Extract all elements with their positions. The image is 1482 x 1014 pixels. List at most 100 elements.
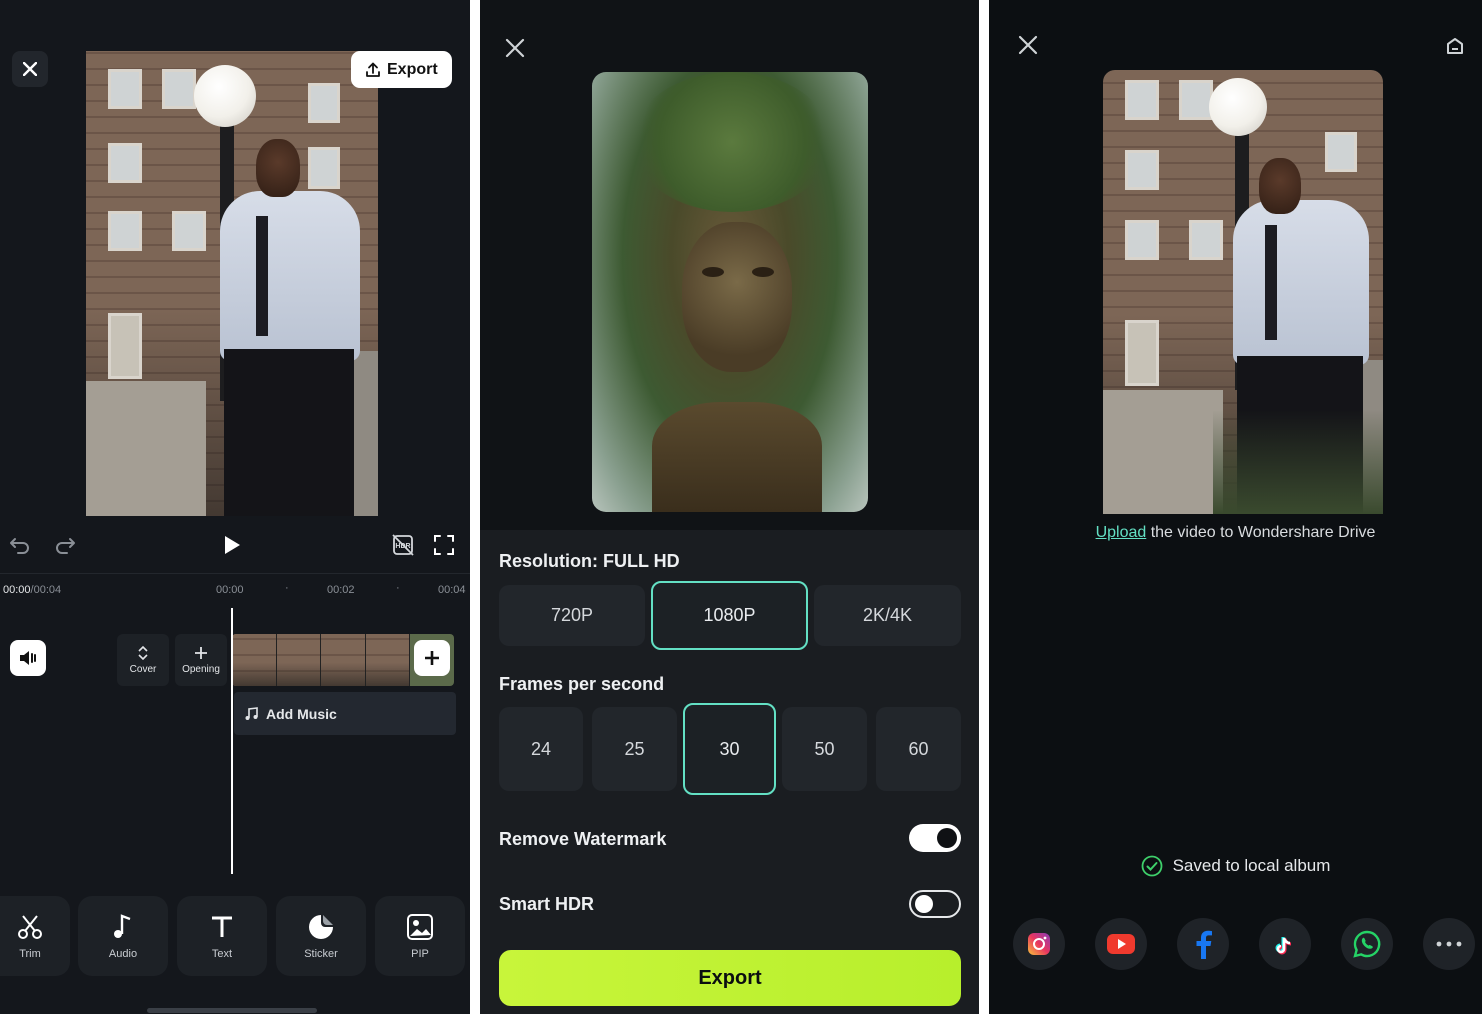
export-submit-button[interactable]: Export xyxy=(499,950,961,1006)
plus-icon xyxy=(425,651,439,665)
tool-label: Text xyxy=(211,948,233,960)
remove-watermark-label: Remove Watermark xyxy=(499,829,667,849)
cover-button[interactable]: Cover xyxy=(117,634,169,686)
share-whatsapp-button[interactable] xyxy=(1341,918,1393,970)
sticker-tool[interactable]: Sticker xyxy=(276,896,366,976)
share-panel: Upload the video to Wondershare Drive Sa… xyxy=(989,0,1482,1014)
resolution-title: Resolution: FULL HD xyxy=(499,551,680,571)
export-label: Export xyxy=(387,60,438,78)
fullscreen-icon xyxy=(434,535,454,555)
export-label: Export xyxy=(698,966,762,989)
share-more-button[interactable] xyxy=(1423,918,1475,970)
upload-link[interactable]: Upload xyxy=(1096,524,1147,541)
text-icon xyxy=(212,916,232,937)
saved-text: Saved to local album xyxy=(1172,856,1331,875)
fullscreen-button[interactable] xyxy=(431,532,457,558)
export-settings-panel: Resolution: FULL HD 720P 1080P 2K/4K Fra… xyxy=(480,0,979,1014)
ruler-label: 00:04 xyxy=(438,584,466,596)
tool-label: PIP xyxy=(411,948,429,960)
whatsapp-icon xyxy=(1353,930,1381,958)
fps-title: Frames per second xyxy=(499,674,665,694)
tool-label: Sticker xyxy=(304,948,338,960)
share-youtube-button[interactable] xyxy=(1095,918,1147,970)
fps-option-selected[interactable]: 30 xyxy=(683,703,776,795)
fps-option[interactable]: 50 xyxy=(782,707,867,791)
resolution-option-selected[interactable]: 1080P xyxy=(651,581,808,650)
option-label: 25 xyxy=(624,738,645,759)
speaker-icon xyxy=(20,651,36,665)
trim-tool[interactable]: Trim xyxy=(0,896,70,976)
time-total: /00:04 xyxy=(30,584,62,596)
play-icon xyxy=(225,536,240,554)
undo-button[interactable] xyxy=(8,533,32,557)
ruler-label: 00:00 xyxy=(216,584,244,596)
close-button[interactable] xyxy=(504,36,526,60)
video-preview xyxy=(592,72,868,512)
fps-option[interactable]: 60 xyxy=(876,707,961,791)
youtube-icon xyxy=(1107,934,1135,954)
undo-icon xyxy=(10,538,29,554)
opening-button[interactable]: Opening xyxy=(175,634,227,686)
timecode: 00:00/00:04 xyxy=(3,584,61,596)
option-label: 2K/4K xyxy=(862,605,913,625)
ruler-dot: · xyxy=(396,582,400,594)
fps-option[interactable]: 24 xyxy=(499,707,583,791)
close-icon xyxy=(1018,35,1038,55)
home-indicator xyxy=(147,1008,317,1013)
tool-label: Audio xyxy=(108,948,138,960)
upload-text: the video to Wondershare Drive xyxy=(1146,524,1376,541)
playhead[interactable] xyxy=(231,608,233,874)
music-note-icon xyxy=(245,706,258,720)
resolution-option[interactable]: 2K/4K xyxy=(814,585,961,646)
share-tiktok-button[interactable] xyxy=(1259,918,1311,970)
option-label: 24 xyxy=(530,738,552,759)
hdr-button[interactable]: HDR xyxy=(390,532,416,558)
mute-button[interactable] xyxy=(10,640,46,676)
time-current: 00:00 xyxy=(3,584,31,596)
facebook-icon xyxy=(1196,930,1212,959)
more-icon xyxy=(1436,941,1462,947)
swap-icon xyxy=(138,645,148,660)
redo-button[interactable] xyxy=(53,533,77,557)
close-icon xyxy=(23,62,37,76)
add-clip-button[interactable] xyxy=(414,640,450,676)
ruler-label: 00:02 xyxy=(327,584,355,596)
redo-icon xyxy=(56,538,75,554)
sticker-icon xyxy=(309,915,333,939)
saved-status: Saved to local album xyxy=(989,855,1482,877)
divider xyxy=(0,573,470,574)
option-label: 30 xyxy=(719,738,740,759)
svg-text:HDR: HDR xyxy=(395,543,410,550)
option-label: 60 xyxy=(908,738,929,759)
instagram-icon xyxy=(1028,933,1050,955)
share-instagram-button[interactable] xyxy=(1013,918,1065,970)
smart-hdr-label: Smart HDR xyxy=(499,894,595,914)
resolution-option[interactable]: 720P xyxy=(499,585,645,646)
add-music-track[interactable]: Add Music xyxy=(234,692,456,735)
smart-hdr-toggle[interactable] xyxy=(909,890,961,918)
home-button[interactable] xyxy=(1443,34,1467,58)
close-button[interactable] xyxy=(12,51,48,87)
plus-icon xyxy=(195,646,207,659)
upload-icon xyxy=(366,62,380,77)
play-button[interactable] xyxy=(220,533,244,557)
scissors-icon xyxy=(18,915,42,939)
editor-panel: Export HDR 00:00/00:04 00:00 · 00:02 · 0… xyxy=(0,0,470,1014)
pip-tool[interactable]: PIP xyxy=(375,896,465,976)
upload-line: Upload the video to Wondershare Drive xyxy=(989,524,1482,542)
option-label: 50 xyxy=(814,738,835,759)
hdr-off-icon: HDR xyxy=(392,534,414,556)
remove-watermark-toggle[interactable] xyxy=(909,824,961,852)
opening-label: Opening xyxy=(182,663,220,675)
fps-option[interactable]: 25 xyxy=(592,707,677,791)
cover-label: Cover xyxy=(129,663,157,675)
text-tool[interactable]: Text xyxy=(177,896,267,976)
audio-tool[interactable]: Audio xyxy=(78,896,168,976)
export-button[interactable]: Export xyxy=(351,51,452,88)
option-label: 1080P xyxy=(703,605,756,625)
close-icon xyxy=(505,38,525,58)
share-facebook-button[interactable] xyxy=(1177,918,1229,970)
video-preview xyxy=(86,51,378,516)
ruler-dot: · xyxy=(285,582,289,594)
close-button[interactable] xyxy=(1017,34,1039,56)
